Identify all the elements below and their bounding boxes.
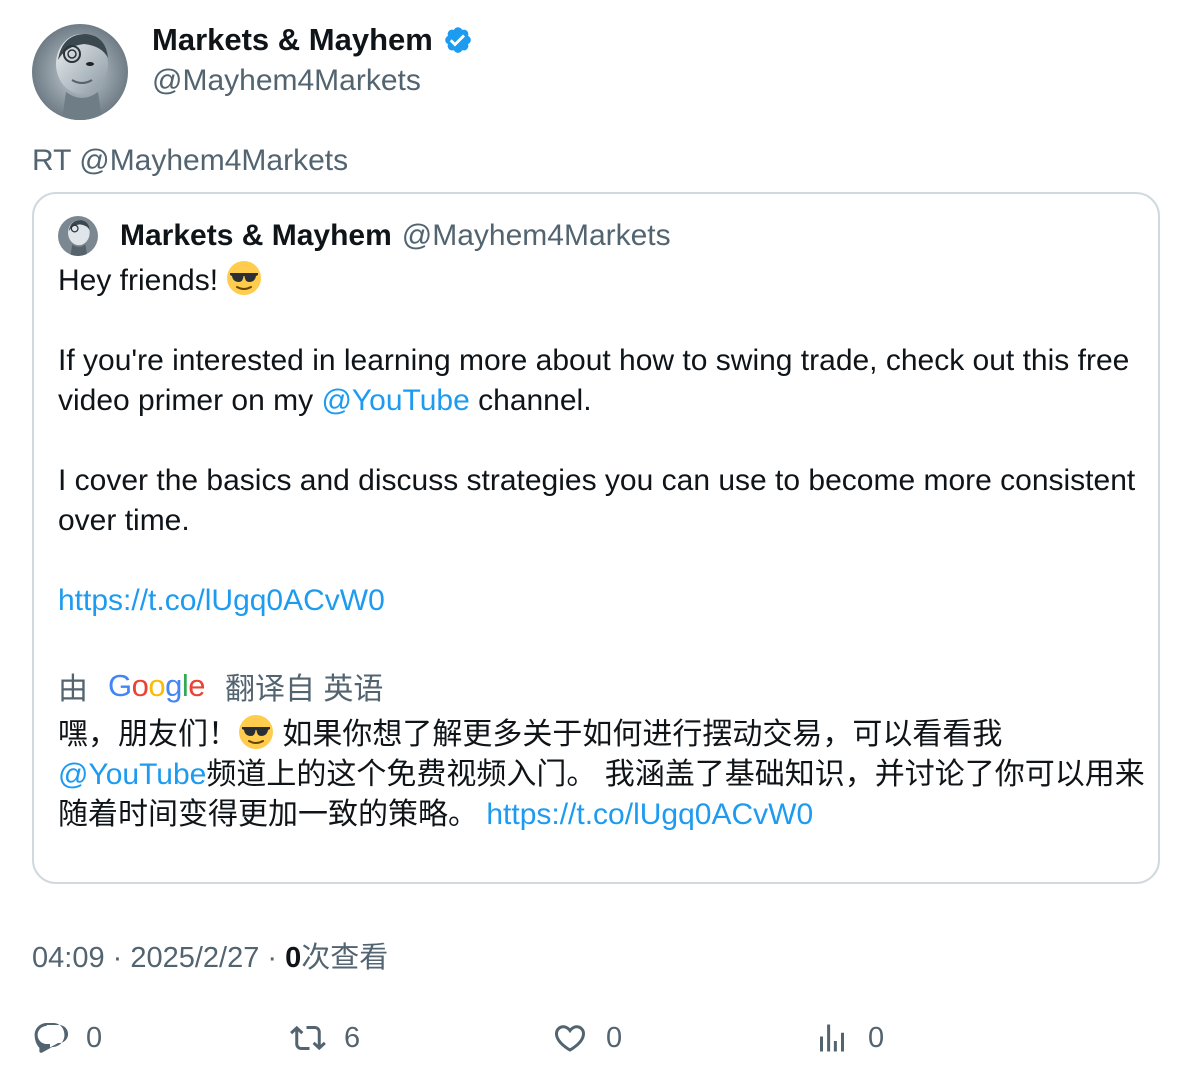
author-name-text[interactable]: Markets & Mayhem [152,22,433,58]
quoted-tweet-card[interactable]: Markets & Mayhem @Mayhem4Markets Hey frie… [32,192,1160,884]
tweet-link[interactable]: https://t.co/lUgq0ACvW0 [58,584,385,617]
youtube-mention-link[interactable]: @YouTube [321,384,469,417]
meta-separator: · [259,942,286,974]
tweet-meta: 04:09 · 2025/2/27 · 0次查看 [32,934,388,976]
retweet-label: RT @Mayhem4Markets [32,144,349,177]
retweet-count: 6 [344,1021,361,1054]
views-action-count: 0 [868,1021,885,1054]
reply-button[interactable]: 0 [32,1020,102,1056]
smiling-face-with-sunglasses-icon [239,715,273,749]
translation-suffix: 翻译自 英语 [225,673,384,706]
quoted-author-name[interactable]: Markets & Mayhem [120,219,392,252]
translated-part1: 嘿，朋友们！ [58,718,238,751]
translation-prefix: 由 [58,673,88,706]
author-name[interactable]: Markets & Mayhem [152,22,473,58]
quoted-author-handle[interactable]: @Mayhem4Markets [402,219,671,252]
tweet-time[interactable]: 04:09 [32,942,105,974]
translated-part2: 如果你想了解更多关于如何进行摆动交易，可以看看我 [274,718,1003,751]
views-label: 次查看 [301,942,389,974]
verified-badge-icon [445,27,471,53]
views-count: 0 [285,942,302,974]
action-bar: 0 6 0 0 [32,1020,1162,1064]
quoted-tweet-text: Hey friends! If you're interested in lea… [58,260,1148,621]
smiling-face-with-sunglasses-icon [227,261,262,295]
like-button[interactable]: 0 [552,1020,622,1056]
body-text-part1: If you're interested in learning more ab… [58,344,1130,417]
retweet-button[interactable]: 6 [290,1020,360,1056]
translated-youtube-mention-link[interactable]: @YouTube [58,758,206,791]
tweet-date[interactable]: 2025/2/27 [130,942,259,974]
translated-tweet-link[interactable]: https://t.co/lUgq0ACvW0 [486,798,813,831]
heart-icon [554,1025,586,1052]
like-count: 0 [606,1021,623,1054]
reply-count: 0 [86,1021,103,1054]
google-logo: Google [108,668,206,703]
author-handle[interactable]: @Mayhem4Markets [152,64,421,98]
author-avatar[interactable] [32,24,128,120]
analytics-icon [820,1024,844,1052]
quoted-tweet-header: Markets & Mayhem @Mayhem4Markets [58,216,671,256]
greeting-text: Hey friends! [58,264,219,297]
reply-icon [34,1023,68,1053]
body-text-para3: I cover the basics and discuss strategie… [58,464,1136,537]
translation-attribution: 由 Google 翻译自 英语 [58,664,383,708]
translated-text: 嘿，朋友们！ 如果你想了解更多关于如何进行摆动交易，可以看看我@YouTube频… [58,714,1148,835]
quoted-author-avatar[interactable] [58,216,98,256]
retweet-icon [290,1025,326,1051]
views-button[interactable]: 0 [814,1020,884,1056]
body-text-part2: channel. [469,384,592,417]
meta-separator: · [104,942,131,974]
